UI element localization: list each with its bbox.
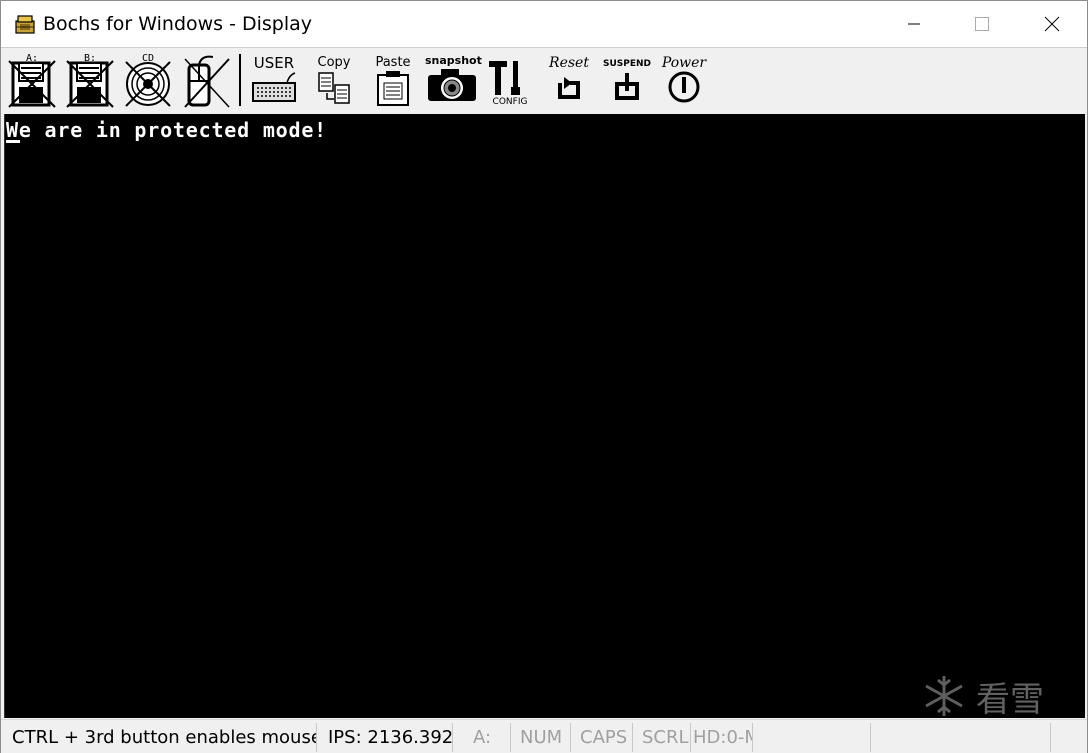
status-bar: CTRL + 3rd button enables mouse IPS: 213… [1,719,1087,753]
text-cursor [6,140,20,143]
maximize-button[interactable] [947,1,1017,47]
hard-disk-status: HD:0-M [691,723,753,752]
user-keyboard-button[interactable]: USER [247,51,301,109]
bochs-window: Bochs for Windows - Display A: B: CD USE… [0,0,1088,753]
reset-button[interactable]: Reset [542,51,596,109]
snapshot-label: snapshot [425,54,482,67]
close-button[interactable] [1017,1,1087,47]
reset-label: Reset [549,55,589,71]
mouse-button[interactable] [179,51,233,109]
window-title: Bochs for Windows - Display [43,13,313,35]
minimize-icon [908,23,920,25]
paste-label: Paste [375,55,411,70]
toolbar: A: B: CD USER Copy Paste snapshot CONFIG… [1,47,1087,111]
paste-button[interactable]: Paste [366,51,420,109]
power-button[interactable]: Power [657,51,711,109]
title-bar[interactable]: Bochs for Windows - Display [1,1,1087,47]
ips-status: IPS: 2136.392M [319,723,453,752]
floppy-b-button[interactable]: B: [63,51,117,109]
emulator-display[interactable]: We are in protected mode! 看雪 [4,114,1085,720]
power-label: Power [661,55,707,71]
suspend-label: SUSPEND [602,59,652,69]
floppy-a-button[interactable]: A: [5,51,59,109]
bochs-app-icon[interactable] [13,12,37,36]
num-lock-status: NUM [511,723,571,752]
status-panel-empty [753,723,871,752]
config-button[interactable]: CONFIG [483,51,537,109]
cdrom-button[interactable]: CD [121,51,175,109]
config-label: CONFIG [492,97,528,107]
snapshot-button[interactable]: snapshot [425,51,482,109]
copy-button[interactable]: Copy [307,51,361,109]
watermark-text: 看雪 [976,679,1044,720]
floppy-a-label: A: [25,53,39,64]
mouse-hint-status: CTRL + 3rd button enables mouse [3,723,317,752]
floppy-b-label: B: [83,53,97,64]
copy-label: Copy [317,55,351,70]
watermark: 看雪 [920,674,1044,720]
close-icon [1044,16,1060,32]
minimize-button[interactable] [879,1,949,47]
status-panel-empty [871,723,1051,752]
cdrom-label: CD [141,53,155,64]
toolbar-separator [239,54,241,106]
snowflake-icon [925,676,963,716]
maximize-icon [975,17,989,31]
suspend-button[interactable]: SUSPEND [600,51,654,109]
floppy-a-status: A: [455,723,511,752]
user-label: USER [253,54,295,72]
scroll-lock-status: SCRL [633,723,691,752]
caps-lock-status: CAPS [571,723,633,752]
mouse-icon [184,55,230,108]
console-text-line: We are in protected mode! [6,118,328,142]
